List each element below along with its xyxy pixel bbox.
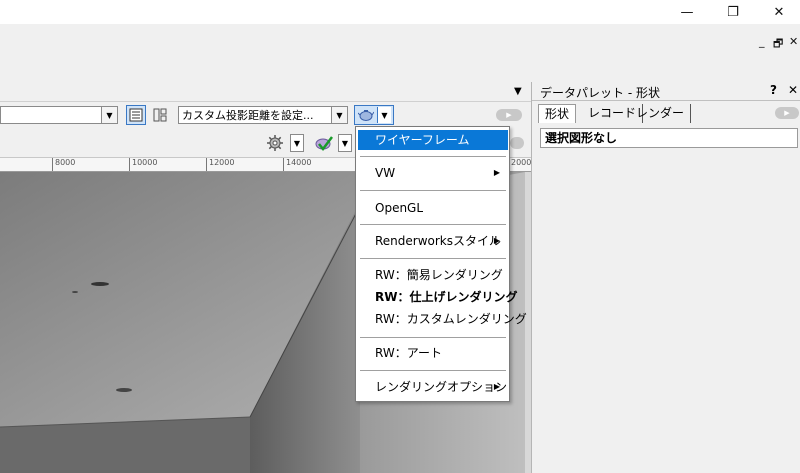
menu-separator (360, 337, 506, 338)
gear-dropdown-icon[interactable]: ▼ (290, 134, 304, 152)
help-icon[interactable]: ? (770, 83, 777, 97)
document-area: _ 🗗 ✕ (0, 24, 800, 82)
ruler-label: 14000 (283, 158, 311, 171)
menu-item-label: ワイヤーフレーム (375, 133, 470, 147)
secondary-overflow-button[interactable] (510, 137, 524, 149)
title-bar: — ❐ ✕ (0, 0, 800, 24)
menu-item-rw-quick[interactable]: RW：簡易レンダリング (358, 265, 508, 285)
document-restore-button[interactable]: 🗗 (773, 35, 783, 54)
menu-separator (360, 258, 506, 259)
window-maximize-button[interactable]: ❐ (710, 0, 756, 24)
layers-stack-icon[interactable] (126, 105, 146, 125)
menu-item-rw-art[interactable]: RW：アート (358, 343, 508, 363)
menu-item-opengl[interactable]: OpenGL (358, 198, 508, 218)
document-minimize-button[interactable]: _ (759, 35, 765, 48)
selection-status: 選択図形なし (540, 128, 798, 148)
tab-render[interactable]: レンダー (630, 104, 692, 123)
submenu-arrow-icon: ▶ (493, 168, 500, 177)
menu-item-rendering-options[interactable]: レンダリングオプション ▶ (358, 377, 508, 397)
ruler-label: 10000 (129, 158, 157, 171)
menu-item-label: VW (375, 166, 396, 180)
render-mode-menu: ワイヤーフレーム VW ▶ OpenGL Renderworksスタイル ▶ RW：… (355, 126, 527, 402)
menu-item-rw-final[interactable]: RW：仕上げレンダリング (358, 287, 517, 307)
menu-item-vw[interactable]: VW ▶ (358, 163, 508, 183)
ruler-label: 2000 (508, 158, 531, 171)
palette-title-bar: データパレット - 形状 ? ✕ (532, 82, 800, 101)
window-minimize-button[interactable]: — (664, 0, 710, 24)
window-close-button[interactable]: ✕ (756, 0, 800, 24)
menu-separator (360, 370, 506, 371)
view-bar-overflow-button[interactable]: ▶ (496, 109, 522, 121)
check-teapot-icon[interactable] (314, 133, 334, 153)
view-bar: ▼ カスタム投影距離を設定... ▼ ▼ ▶ (0, 102, 531, 128)
ruler-label: 8000 (52, 158, 75, 171)
menu-item-wireframe[interactable]: ワイヤーフレーム (358, 130, 508, 150)
render-mode-dropdown-icon[interactable]: ▼ (377, 107, 391, 123)
palette-body (540, 148, 798, 473)
render-teapot-icon (355, 106, 377, 124)
menu-item-renderworks-style[interactable]: Renderworksスタイル ▶ (358, 231, 508, 251)
submenu-arrow-icon: ▶ (493, 236, 500, 245)
layout-panels-icon[interactable] (150, 105, 170, 125)
render-mode-button[interactable]: ▼ (354, 105, 394, 125)
layer-combo[interactable]: ▼ (0, 106, 118, 124)
menu-item-rw-custom[interactable]: RW：カスタムレンダリング (358, 309, 527, 329)
palette-tabs: 形状 レコード レンダー ▶ (532, 101, 800, 125)
layer-combo-dropdown-icon[interactable]: ▼ (101, 107, 117, 123)
palette-title: データパレット - 形状 (540, 86, 660, 100)
menu-item-label: RW：簡易レンダリング (375, 268, 503, 282)
view-bar-header: ▼ (0, 82, 531, 102)
menu-separator (360, 224, 506, 225)
view-bar-collapse-button[interactable]: ▼ (514, 86, 522, 97)
menu-item-label: RW：アート (375, 346, 442, 360)
palette-close-icon[interactable]: ✕ (788, 83, 798, 97)
menu-item-label: レンダリングオプション (375, 380, 508, 394)
menu-item-label: OpenGL (375, 201, 424, 215)
projection-distance-dropdown-icon[interactable]: ▼ (331, 107, 347, 123)
menu-item-label: RW：仕上げレンダリング (375, 290, 518, 304)
menu-item-label: RW：カスタムレンダリング (375, 312, 527, 326)
palette-overflow-button[interactable]: ▶ (775, 107, 799, 119)
gear-icon[interactable] (265, 133, 285, 153)
menu-separator (360, 156, 506, 157)
ruler-label: 12000 (206, 158, 234, 171)
submenu-arrow-icon: ▶ (493, 382, 500, 391)
menu-separator (360, 190, 506, 191)
data-palette: データパレット - 形状 ? ✕ 形状 レコード レンダー ▶ 選択図形なし (531, 82, 800, 473)
document-close-button[interactable]: ✕ (789, 35, 798, 48)
tab-shape[interactable]: 形状 (538, 104, 577, 123)
check-dropdown-icon[interactable]: ▼ (338, 134, 352, 152)
projection-distance-combo[interactable]: カスタム投影距離を設定... ▼ (178, 106, 348, 124)
menu-item-label: Renderworksスタイル (375, 234, 502, 248)
projection-distance-value: カスタム投影距離を設定... (182, 109, 314, 122)
